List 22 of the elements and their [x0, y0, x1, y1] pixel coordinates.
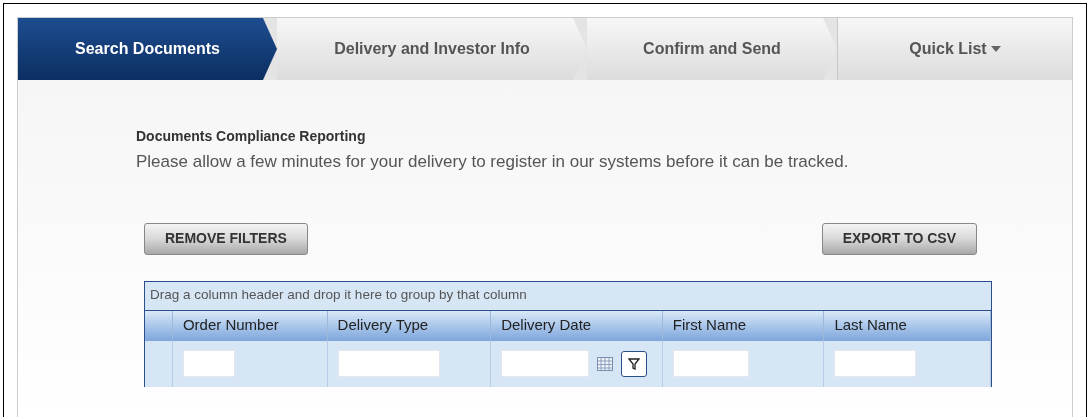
column-header[interactable]: Last Name	[824, 310, 991, 341]
step-tab[interactable]: Search Documents	[18, 18, 277, 80]
filter-input[interactable]	[834, 350, 917, 377]
filter-input[interactable]	[672, 350, 749, 377]
group-panel-hint: Drag a column header and drop it here to group by that column	[145, 281, 991, 311]
caret-icon	[990, 46, 1001, 52]
step-tab[interactable]: Quick List	[837, 18, 1072, 80]
description-text: Please allow a few minutes for your delivery to register in our systems before it can be tracked.	[136, 151, 850, 173]
step-tab[interactable]: Delivery and Investor Info	[277, 18, 587, 80]
filter-input[interactable]	[501, 350, 590, 377]
column-header[interactable]: Delivery Date	[491, 310, 663, 341]
calendar-icon[interactable]	[597, 356, 614, 371]
filter-input[interactable]	[337, 350, 440, 377]
section-heading: Documents Compliance Reporting	[136, 127, 367, 146]
action-button[interactable]: EXPORT TO CSV	[821, 222, 977, 255]
action-button[interactable]: REMOVE FILTERS	[144, 222, 308, 255]
column-header[interactable]: Delivery Type	[327, 310, 492, 341]
filter-input[interactable]	[182, 350, 235, 377]
column-header[interactable]: First Name	[662, 310, 825, 341]
filter-icon[interactable]	[621, 350, 648, 377]
column-header[interactable]: Order Number	[172, 310, 328, 341]
step-tab[interactable]: Confirm and Send	[587, 18, 837, 80]
